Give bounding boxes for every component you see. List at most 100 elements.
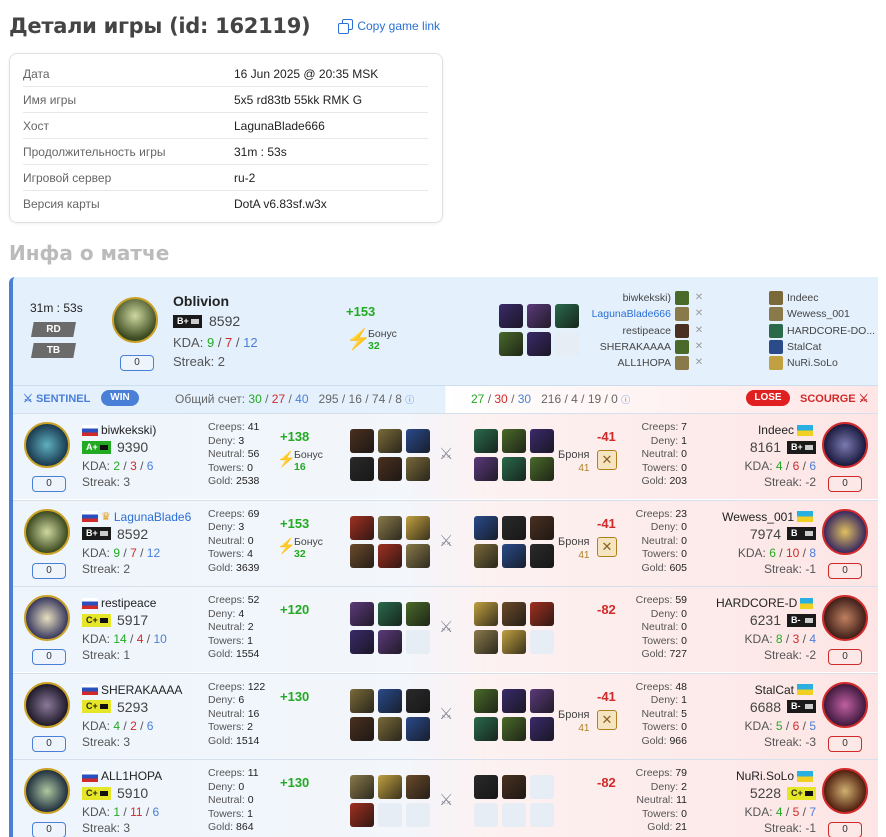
item-icon[interactable] [530, 803, 554, 827]
item-icon[interactable] [378, 602, 402, 626]
lineup-name[interactable]: NuRi.SoLo [787, 355, 838, 371]
scourge-hero-avatar[interactable] [822, 595, 868, 641]
item-icon[interactable] [499, 304, 523, 328]
copy-game-link[interactable]: Copy game link [338, 19, 440, 34]
item-icon[interactable] [350, 602, 374, 626]
item-icon[interactable] [474, 803, 498, 827]
hero-avatar[interactable] [112, 297, 158, 343]
item-icon[interactable] [530, 602, 554, 626]
player-name[interactable]: LagunaBlade6 [114, 510, 191, 524]
item-icon[interactable] [502, 602, 526, 626]
info-icon[interactable]: ⓘ [621, 395, 630, 405]
item-icon[interactable] [406, 602, 430, 626]
item-icon[interactable] [378, 775, 402, 799]
item-icon[interactable] [502, 775, 526, 799]
item-icon[interactable] [378, 429, 402, 453]
item-icon[interactable] [378, 457, 402, 481]
item-icon[interactable] [350, 803, 374, 827]
item-icon[interactable] [474, 429, 498, 453]
item-icon[interactable] [350, 457, 374, 481]
item-icon[interactable] [350, 543, 374, 568]
lineup-name[interactable]: HARDCORE-DO... [787, 323, 875, 339]
item-icon[interactable] [474, 457, 498, 481]
item-icon[interactable] [527, 332, 551, 356]
item-icon[interactable] [530, 515, 554, 540]
item-icon[interactable] [350, 688, 374, 713]
sentinel-hero-avatar[interactable] [24, 422, 70, 468]
item-icon[interactable] [474, 630, 498, 654]
sentinel-hero-avatar[interactable] [24, 768, 70, 814]
lineup-name[interactable]: LagunaBlade666 [592, 306, 671, 322]
lineup-name[interactable]: Indeec [787, 290, 819, 306]
scourge-hero-avatar[interactable] [822, 768, 868, 814]
item-icon[interactable] [406, 630, 430, 654]
scourge-hero-avatar[interactable] [822, 422, 868, 468]
lineup-name[interactable]: StalCat [787, 339, 821, 355]
item-icon[interactable] [474, 602, 498, 626]
item-icon[interactable] [502, 716, 526, 741]
item-icon[interactable] [378, 716, 402, 741]
player-name[interactable]: restipeace [101, 596, 156, 610]
item-icon[interactable] [474, 543, 498, 568]
sentinel-hero-avatar[interactable] [24, 595, 70, 641]
item-icon[interactable] [378, 543, 402, 568]
item-icon[interactable] [350, 716, 374, 741]
item-icon[interactable] [378, 688, 402, 713]
item-icon[interactable] [555, 332, 579, 356]
item-icon[interactable] [378, 630, 402, 654]
player-name[interactable]: HARDCORE-D [716, 596, 797, 610]
lineup-name[interactable]: Wewess_001 [787, 306, 850, 322]
item-icon[interactable] [406, 543, 430, 568]
player-name[interactable]: ALL1HOPA [101, 769, 162, 783]
lineup-name[interactable]: SHERAKAAAA [600, 339, 671, 355]
item-icon[interactable] [502, 630, 526, 654]
player-name[interactable]: Indeec [758, 423, 794, 437]
item-icon[interactable] [406, 716, 430, 741]
player-name[interactable]: Wewess_001 [722, 510, 794, 524]
item-icon[interactable] [406, 457, 430, 481]
item-icon[interactable] [499, 332, 523, 356]
item-icon[interactable] [378, 803, 402, 827]
item-icon[interactable] [502, 457, 526, 481]
item-icon[interactable] [502, 429, 526, 453]
item-icon[interactable] [530, 429, 554, 453]
item-icon[interactable] [406, 775, 430, 799]
item-icon[interactable] [378, 515, 402, 540]
item-icon[interactable] [502, 803, 526, 827]
sentinel-hero-avatar[interactable] [24, 681, 70, 728]
player-name[interactable]: StalCat [755, 683, 794, 697]
item-icon[interactable] [527, 304, 551, 328]
item-icon[interactable] [530, 775, 554, 799]
player-name[interactable]: biwkekski) [101, 423, 156, 437]
item-icon[interactable] [406, 803, 430, 827]
item-icon[interactable] [474, 515, 498, 540]
lineup-name[interactable]: ALL1HOPA [618, 355, 672, 371]
lineup-name[interactable]: restipeace [623, 323, 671, 339]
item-icon[interactable] [406, 515, 430, 540]
item-icon[interactable] [530, 630, 554, 654]
item-icon[interactable] [474, 716, 498, 741]
lineup-name[interactable]: biwkekski) [623, 290, 671, 306]
item-icon[interactable] [350, 630, 374, 654]
item-icon[interactable] [530, 688, 554, 713]
scourge-hero-avatar[interactable] [822, 681, 868, 728]
item-icon[interactable] [474, 688, 498, 713]
item-icon[interactable] [350, 775, 374, 799]
info-icon[interactable]: ⓘ [405, 395, 414, 405]
item-icon[interactable] [350, 429, 374, 453]
item-icon[interactable] [502, 543, 526, 568]
item-icon[interactable] [530, 716, 554, 741]
item-icon[interactable] [502, 515, 526, 540]
player-name[interactable]: Oblivion [173, 293, 229, 309]
sentinel-hero-avatar[interactable] [24, 508, 70, 555]
item-icon[interactable] [530, 543, 554, 568]
player-name[interactable]: SHERAKAAAA [101, 683, 182, 697]
item-icon[interactable] [406, 429, 430, 453]
item-icon[interactable] [502, 688, 526, 713]
scourge-hero-avatar[interactable] [822, 508, 868, 555]
item-icon[interactable] [530, 457, 554, 481]
item-icon[interactable] [474, 775, 498, 799]
item-icon[interactable] [350, 515, 374, 540]
player-name[interactable]: NuRi.SoLo [736, 769, 794, 783]
item-icon[interactable] [555, 304, 579, 328]
